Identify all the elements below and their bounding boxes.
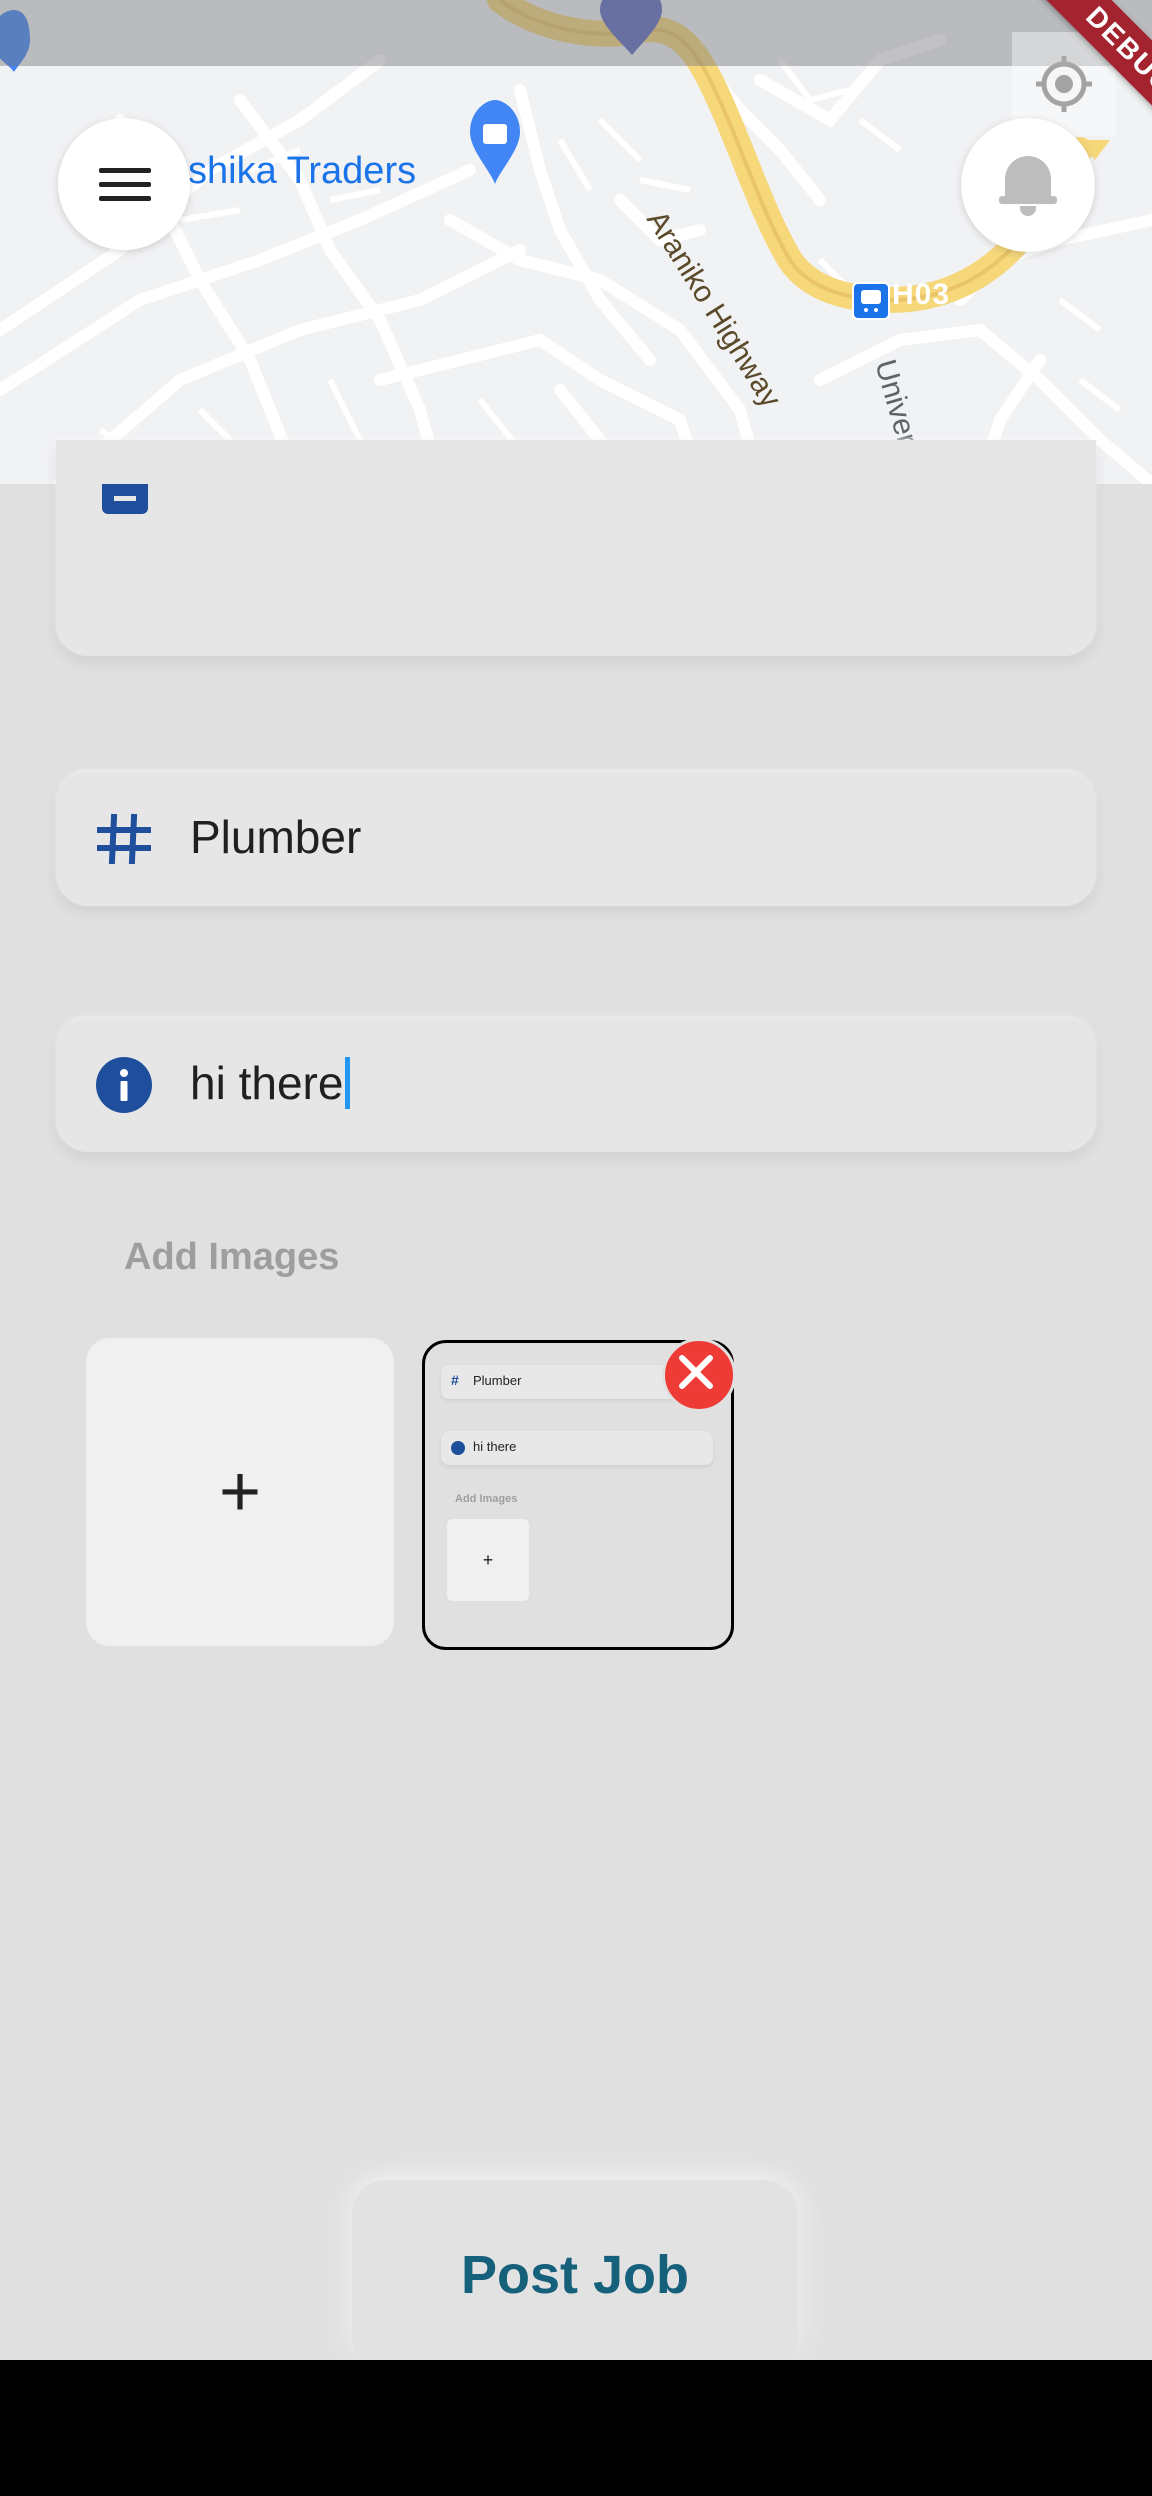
- partial-field-card[interactable]: [56, 440, 1096, 656]
- close-icon: [679, 1355, 713, 1389]
- bus-stop-icon[interactable]: [852, 282, 890, 320]
- poi-label[interactable]: shika Traders: [188, 150, 416, 193]
- info-icon: [451, 1441, 465, 1455]
- system-navigation-bar: [0, 2360, 1152, 2496]
- plus-icon: +: [218, 1452, 262, 1532]
- post-job-button[interactable]: Post Job: [352, 2180, 798, 2370]
- category-value: Plumber: [190, 811, 362, 863]
- add-image-button[interactable]: +: [86, 1338, 394, 1646]
- route-badge: H03: [892, 278, 951, 311]
- thumb-description-value: hi there: [473, 1439, 517, 1454]
- notifications-button[interactable]: [961, 118, 1095, 252]
- thumb-add-images-title: Add Images: [455, 1493, 518, 1505]
- text-cursor: [345, 1057, 351, 1109]
- add-images-title: Add Images: [124, 1236, 340, 1278]
- category-field[interactable]: Plumber: [56, 772, 1096, 906]
- info-icon: [96, 1057, 152, 1113]
- hash-icon: #: [451, 1372, 459, 1388]
- map-view[interactable]: shika Traders Araniko Highway University…: [0, 0, 1152, 484]
- thumb-plus-icon: +: [447, 1519, 529, 1601]
- thumb-category-value: Plumber: [473, 1373, 522, 1388]
- bell-icon: [1005, 156, 1051, 200]
- description-field[interactable]: hi there: [56, 1018, 1096, 1152]
- description-value: hi there: [190, 1057, 344, 1109]
- calendar-icon: [102, 484, 148, 514]
- hamburger-icon: [99, 168, 151, 173]
- hash-icon: [97, 813, 151, 865]
- menu-button[interactable]: [58, 118, 190, 250]
- map-roads: [0, 0, 1152, 484]
- status-bar-overlay: [0, 0, 1152, 66]
- remove-image-button[interactable]: [662, 1338, 736, 1412]
